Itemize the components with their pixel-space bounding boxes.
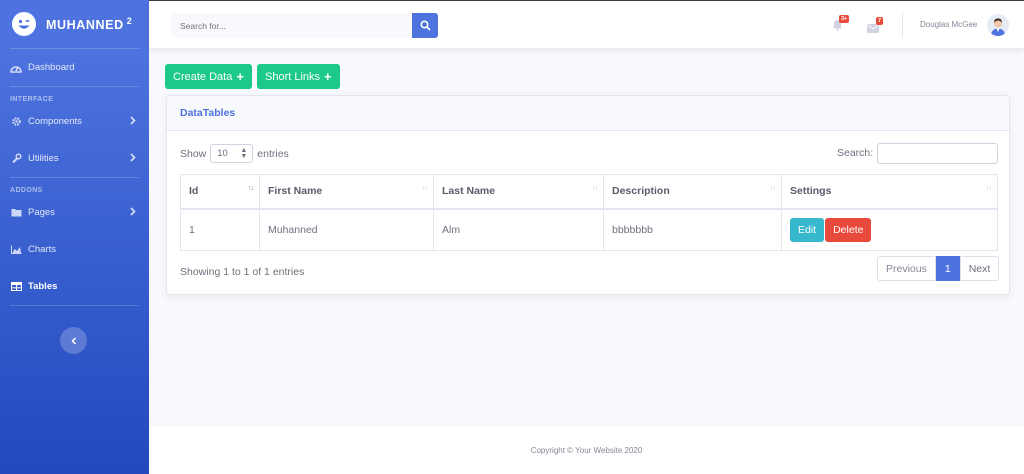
- card-title: DataTables: [167, 96, 1009, 131]
- messages-dropdown[interactable]: 7: [867, 17, 884, 38]
- short-links-label: Short Links: [265, 70, 321, 83]
- sidebar-label-components: Components: [28, 116, 82, 127]
- sidebar-item-tables[interactable]: Tables: [0, 268, 149, 305]
- topbar-search-button[interactable]: [412, 13, 438, 38]
- table-icon: [10, 281, 22, 293]
- topbar-search-input[interactable]: [171, 13, 412, 38]
- sidebar-heading-addons: ADDONS: [10, 187, 43, 194]
- entries-label: entries: [257, 147, 289, 160]
- cell-last-name: Alm: [433, 208, 604, 251]
- chevron-left-icon: [70, 336, 76, 345]
- sidebar-label-tables: Tables: [28, 281, 58, 292]
- column-header-first-name[interactable]: First Name ↑↓: [259, 174, 434, 210]
- pagination: Previous 1 Next: [877, 256, 1000, 281]
- edit-button[interactable]: Edit: [790, 217, 825, 242]
- chevron-right-icon: [130, 153, 136, 165]
- sidebar-item-components[interactable]: Components: [0, 103, 149, 140]
- search-icon: [419, 20, 431, 31]
- column-header-id[interactable]: Id ↑↓: [180, 174, 260, 210]
- entries-length: Show 10 ▲ ▼ entries: [180, 144, 289, 163]
- sidebar-divider: [10, 305, 139, 306]
- sort-icon: ↑↓: [770, 185, 776, 192]
- cell-first-name: Muhanned: [259, 208, 434, 251]
- envelope-icon: [867, 24, 879, 33]
- sidebar-label-charts: Charts: [28, 244, 56, 255]
- topbar-divider: [902, 13, 903, 37]
- chart-area-icon: [10, 244, 22, 256]
- messages-badge: 7: [876, 17, 884, 25]
- sidebar-item-charts[interactable]: Charts: [0, 231, 149, 268]
- plus-icon: +: [324, 69, 332, 84]
- entries-select-value: 10: [217, 148, 228, 159]
- brand-name: MUHANNED 2: [46, 15, 133, 33]
- avatar[interactable]: [987, 14, 1009, 36]
- data-table: Id ↑↓ First Name ↑↓ Last Name ↑↓ Descriptio…: [180, 174, 998, 251]
- sidebar-item-dashboard[interactable]: Dashboard: [0, 49, 149, 86]
- sidebar-item-pages[interactable]: Pages: [0, 194, 149, 231]
- cell-description: bbbbbbb: [603, 208, 782, 251]
- folder-icon: [10, 207, 22, 219]
- pagination-previous[interactable]: Previous: [877, 256, 936, 281]
- sidebar-heading-interface: INTERFACE: [10, 96, 54, 103]
- topbar: 3+ 7 Douglas McGee: [149, 0, 1024, 48]
- sidebar-label-utilities: Utilities: [28, 153, 59, 164]
- create-data-button[interactable]: Create Data +: [165, 64, 252, 89]
- table-search-input[interactable]: [877, 143, 998, 164]
- user-name[interactable]: Douglas McGee: [920, 20, 977, 29]
- column-header-description[interactable]: Description ↑↓: [603, 174, 782, 210]
- tachometer-icon: [10, 62, 22, 74]
- topbar-search: [171, 13, 438, 38]
- sort-icon: ↑↓: [986, 185, 992, 192]
- sort-icon: ↑↓: [592, 185, 598, 192]
- sidebar: MUHANNED 2 Dashboard INTERFACE Components…: [0, 0, 149, 474]
- alerts-badge: 3+: [839, 15, 850, 23]
- table-row: 1 Muhanned Alm bbbbbbb Edit Delete: [180, 208, 998, 251]
- short-links-button[interactable]: Short Links +: [257, 64, 340, 89]
- cell-settings: Edit Delete: [781, 208, 998, 251]
- sidebar-item-utilities[interactable]: Utilities: [0, 140, 149, 177]
- copyright-text: Copyright © Your Website 2020: [530, 446, 643, 455]
- laugh-wink-icon: [12, 12, 36, 36]
- plus-icon: +: [236, 69, 244, 84]
- user-avatar-icon: [987, 14, 1009, 36]
- cell-id: 1: [180, 208, 260, 251]
- alerts-dropdown[interactable]: 3+: [832, 15, 850, 36]
- sidebar-label-dashboard: Dashboard: [28, 62, 75, 73]
- chevron-right-icon: [130, 116, 136, 128]
- datatables-card: DataTables Show 10 ▲ ▼ entries Search: Id…: [166, 95, 1010, 295]
- create-data-label: Create Data: [173, 70, 233, 83]
- table-info: Showing 1 to 1 of 1 entries: [180, 266, 305, 278]
- sidebar-label-pages: Pages: [28, 207, 55, 218]
- table-header-row: Id ↑↓ First Name ↑↓ Last Name ↑↓ Descriptio…: [180, 174, 998, 210]
- wrench-icon: [10, 153, 22, 165]
- pagination-page-1[interactable]: 1: [935, 256, 960, 281]
- table-search-label: Search:: [837, 147, 874, 159]
- cog-icon: [10, 116, 22, 128]
- chevron-right-icon: [130, 207, 136, 219]
- show-label: Show: [180, 147, 207, 160]
- sort-icon: ↑↓: [422, 185, 428, 192]
- column-header-last-name[interactable]: Last Name ↑↓: [433, 174, 604, 210]
- column-header-settings[interactable]: Settings ↑↓: [781, 174, 998, 210]
- pagination-next[interactable]: Next: [959, 256, 1000, 281]
- sort-arrows-icon: ▲ ▼: [240, 147, 248, 160]
- sidebar-toggle-button[interactable]: [60, 327, 87, 354]
- delete-button[interactable]: Delete: [825, 217, 872, 242]
- entries-select[interactable]: 10 ▲ ▼: [210, 144, 254, 163]
- sidebar-brand[interactable]: MUHANNED 2: [0, 0, 149, 48]
- footer: Copyright © Your Website 2020: [149, 427, 1024, 474]
- sort-icon: ↑↓: [248, 185, 254, 192]
